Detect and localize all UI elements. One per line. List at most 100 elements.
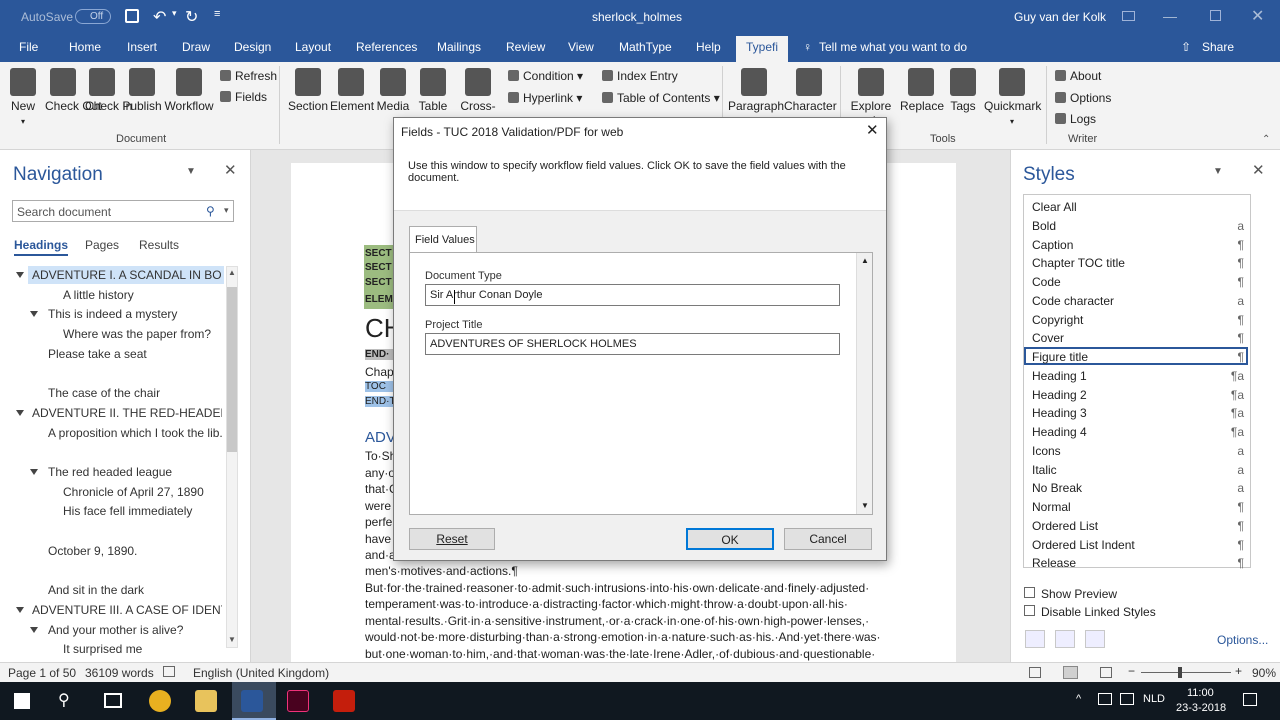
save-icon[interactable] xyxy=(125,9,139,23)
nav-heading-item[interactable]: The case of the chair xyxy=(48,386,223,400)
cancel-button[interactable]: Cancel xyxy=(784,528,872,550)
style-item[interactable]: Chapter TOC title ¶ xyxy=(1032,253,1246,271)
maximize-icon[interactable] xyxy=(1210,10,1221,21)
search-dropdown-icon[interactable]: ▾ xyxy=(224,205,229,216)
quickmark-button[interactable]: Quickmark ▾ xyxy=(984,68,1041,127)
logs-button[interactable]: Logs xyxy=(1055,112,1096,126)
tab-references[interactable]: References xyxy=(356,40,417,54)
action-center-icon[interactable] xyxy=(1243,693,1257,706)
style-item[interactable]: Heading 3 ¶a xyxy=(1032,403,1246,421)
nav-tab-headings[interactable]: Headings xyxy=(14,238,69,256)
nav-heading-item[interactable]: A proposition which I took the lib... xyxy=(48,426,223,440)
tell-me-box[interactable]: Tell me what you want to do xyxy=(819,40,967,54)
nav-heading-item[interactable]: ADVENTURE II. THE RED-HEADED LE... xyxy=(32,406,222,420)
styles-options-icon[interactable]: ▼ xyxy=(1213,166,1223,177)
dialog-scrollbar[interactable]: ▲ ▼ xyxy=(856,253,872,514)
styles-close-icon[interactable]: ✕ xyxy=(1252,161,1265,179)
scroll-up-icon[interactable]: ▲ xyxy=(228,268,236,277)
windows-start-icon[interactable] xyxy=(14,693,30,709)
style-item[interactable]: Caption ¶ xyxy=(1032,235,1246,253)
workflow-button[interactable]: Workflow xyxy=(164,68,214,113)
ribbon-display-icon[interactable] xyxy=(1122,11,1135,21)
new-button[interactable]: New ▾ xyxy=(10,68,36,127)
print-layout-icon[interactable] xyxy=(1063,666,1078,679)
search-icon[interactable]: ⚲ xyxy=(58,690,70,710)
language-indicator[interactable]: English (United Kingdom) xyxy=(193,666,329,680)
customize-qat-icon[interactable]: ≡ xyxy=(214,8,220,20)
style-item[interactable]: Heading 1 ¶a xyxy=(1032,366,1246,384)
zoom-out-icon[interactable]: − xyxy=(1128,664,1135,678)
user-name[interactable]: Guy van der Kolk xyxy=(1014,10,1106,24)
disable-linked-checkbox[interactable] xyxy=(1024,605,1035,616)
nav-tab-pages[interactable]: Pages xyxy=(85,238,119,252)
nav-heading-item[interactable]: And your mother is alive? xyxy=(48,623,223,637)
undo-icon[interactable]: ↶ xyxy=(153,7,166,27)
show-preview-checkbox[interactable] xyxy=(1024,587,1035,598)
tab-review[interactable]: Review xyxy=(506,40,545,54)
scroll-down-icon[interactable]: ▼ xyxy=(228,635,236,644)
reset-button[interactable]: Reset xyxy=(409,528,495,550)
collapse-triangle-icon[interactable] xyxy=(30,311,38,318)
options-button[interactable]: Options xyxy=(1055,91,1111,105)
manage-styles-icon[interactable] xyxy=(1085,630,1105,648)
check-in-button[interactable]: Check In xyxy=(85,68,132,113)
clock-time[interactable]: 11:00 xyxy=(1187,687,1214,699)
task-view-icon[interactable] xyxy=(104,693,122,708)
nav-heading-item[interactable]: Where was the paper from? xyxy=(63,327,238,341)
dialog-close-icon[interactable]: ✕ xyxy=(866,121,879,139)
nav-heading-item[interactable]: The red headed league xyxy=(48,465,223,479)
style-item[interactable]: Italic a xyxy=(1032,460,1246,478)
nav-options-icon[interactable]: ▼ xyxy=(186,166,196,177)
zoom-level[interactable]: 90% xyxy=(1252,666,1276,680)
style-item[interactable]: Ordered List Indent ¶ xyxy=(1032,535,1246,553)
condition-button[interactable]: Condition ▾ xyxy=(508,69,583,83)
close-window-icon[interactable]: ✕ xyxy=(1251,6,1264,26)
style-item[interactable]: Ordered List ¶ xyxy=(1032,516,1246,534)
replace-button[interactable]: Replace xyxy=(900,68,944,113)
keyboard-language[interactable]: NLD xyxy=(1143,693,1165,705)
table-button[interactable]: Table xyxy=(418,68,448,113)
zoom-in-icon[interactable]: + xyxy=(1235,664,1242,678)
style-item[interactable]: Heading 4 ¶a xyxy=(1032,422,1246,440)
proofing-icon[interactable] xyxy=(163,666,175,677)
volume-icon[interactable] xyxy=(1120,693,1134,705)
tab-mathtype[interactable]: MathType xyxy=(619,40,672,54)
word-count[interactable]: 36109 words xyxy=(85,666,154,680)
nav-heading-item[interactable]: And sit in the dark xyxy=(48,583,223,597)
style-item[interactable]: Figure title ¶ xyxy=(1024,347,1248,365)
tab-insert[interactable]: Insert xyxy=(127,40,157,54)
tray-up-arrow-icon[interactable]: ^ xyxy=(1076,693,1081,705)
scroll-up-icon[interactable]: ▲ xyxy=(861,256,869,265)
character-button[interactable]: Character xyxy=(784,68,837,113)
minimize-icon[interactable]: — xyxy=(1163,8,1177,24)
ok-button[interactable]: OK xyxy=(686,528,774,550)
scroll-thumb[interactable] xyxy=(227,287,237,452)
collapse-triangle-icon[interactable] xyxy=(30,469,38,475)
media-button[interactable]: Media xyxy=(376,68,410,113)
style-item[interactable]: Heading 2 ¶a xyxy=(1032,385,1246,403)
section-button[interactable]: Section xyxy=(288,68,328,113)
collapse-triangle-icon[interactable] xyxy=(16,272,24,278)
tab-view[interactable]: View xyxy=(568,40,594,54)
page-count[interactable]: Page 1 of 50 xyxy=(8,666,76,680)
style-item[interactable]: Release ¶ xyxy=(1032,553,1246,571)
nav-search-box[interactable]: Search document ⚲ ▾ xyxy=(12,200,234,222)
tab-file[interactable]: File xyxy=(19,40,38,54)
style-inspector-icon[interactable] xyxy=(1055,630,1075,648)
nav-heading-item[interactable]: ADVENTURE I. A SCANDAL IN BOHE... xyxy=(32,268,222,282)
read-mode-icon[interactable] xyxy=(1029,667,1041,678)
zoom-slider-thumb[interactable] xyxy=(1178,667,1182,678)
paragraph-button[interactable]: Paragraph xyxy=(728,68,784,113)
autosave-toggle[interactable]: Off xyxy=(75,9,111,24)
refresh-button[interactable]: Refresh xyxy=(220,69,277,83)
zoom-slider[interactable] xyxy=(1141,672,1231,673)
redo-icon[interactable]: ↻ xyxy=(185,7,198,27)
hyperlink-button[interactable]: Hyperlink ▾ xyxy=(508,91,582,105)
nav-scrollbar[interactable]: ▲ ▼ xyxy=(226,266,238,648)
tab-design[interactable]: Design xyxy=(234,40,271,54)
share-icon[interactable]: ⇧ xyxy=(1181,40,1191,54)
nav-heading-item[interactable]: It surprised me xyxy=(63,642,238,656)
web-layout-icon[interactable] xyxy=(1100,667,1112,678)
nav-heading-item[interactable]: ADVENTURE III. A CASE OF IDENTITY xyxy=(32,603,222,617)
nav-heading-item[interactable]: Chronicle of April 27, 1890 xyxy=(63,485,238,499)
